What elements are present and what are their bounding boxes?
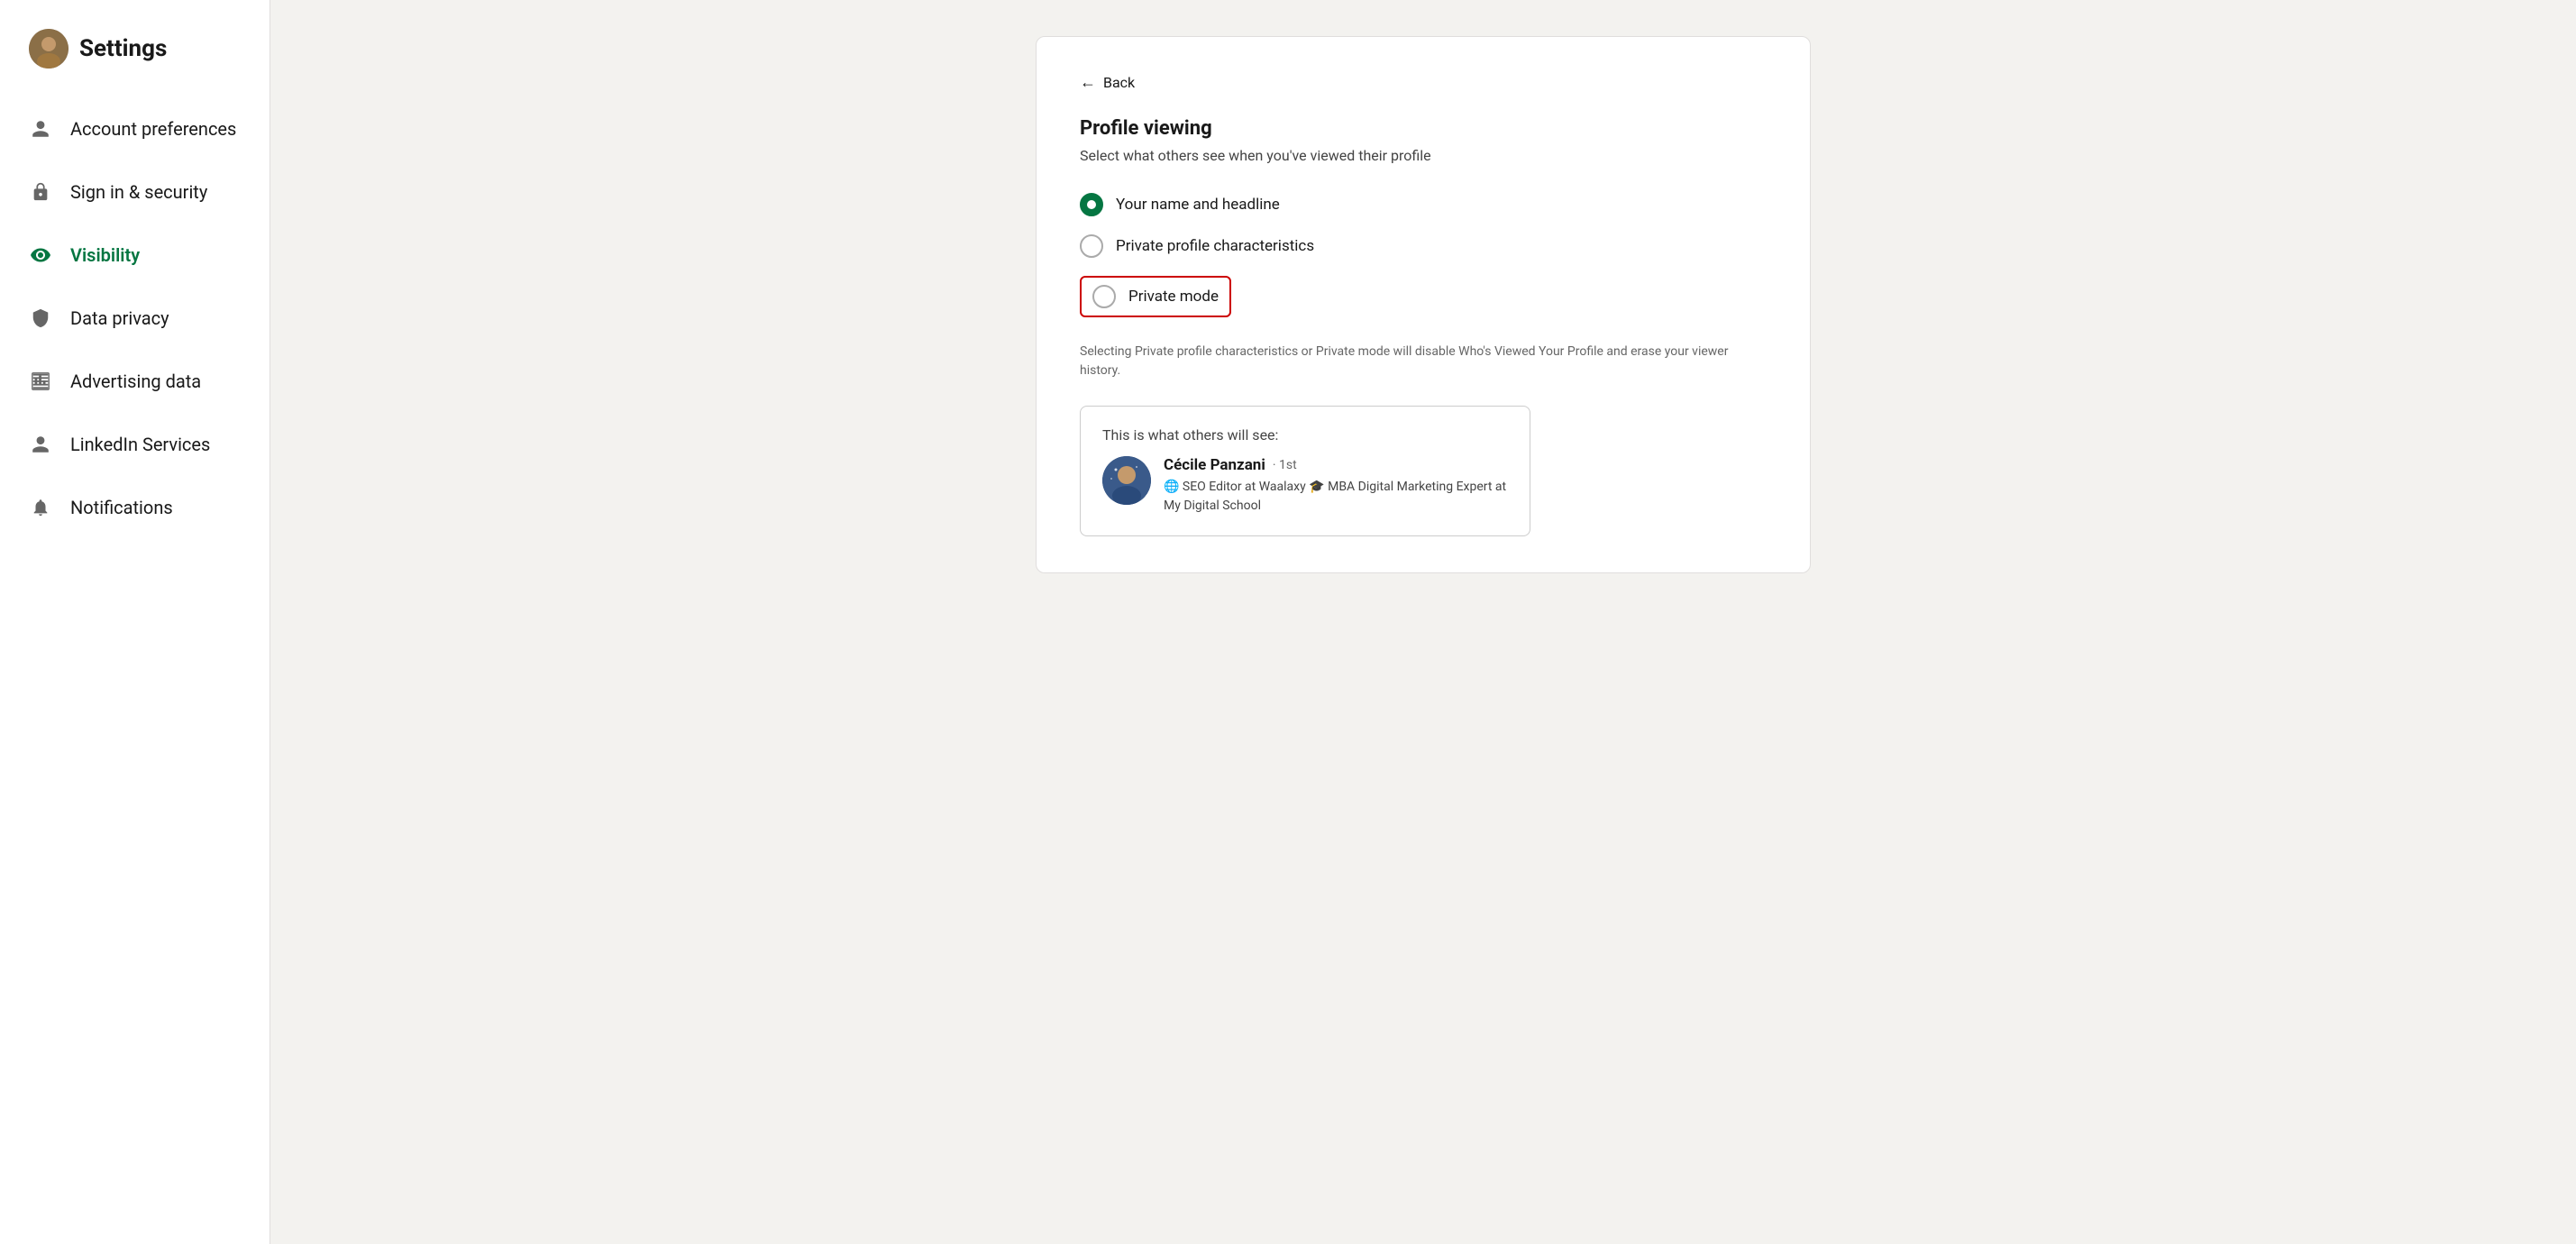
radio-option-private-characteristics[interactable]: Private profile characteristics	[1080, 234, 1767, 258]
profile-preview-avatar	[1102, 456, 1151, 505]
sidebar-item-visibility[interactable]: Visibility	[0, 224, 269, 287]
section-subtitle: Select what others see when you've viewe…	[1080, 147, 1767, 164]
sidebar-item-label-notifications: Notifications	[70, 497, 173, 518]
back-label: Back	[1103, 74, 1135, 91]
radio-label-private-mode: Private mode	[1128, 288, 1219, 306]
preview-box: This is what others will see:	[1080, 406, 1530, 536]
main-content: ← Back Profile viewing Select what other…	[270, 0, 2576, 1244]
back-arrow-icon: ←	[1080, 73, 1096, 92]
sidebar-item-label-linkedin-services: LinkedIn Services	[70, 434, 210, 455]
sidebar: Settings Account preferences Sign in & s…	[0, 0, 270, 1244]
sidebar-item-label-visibility: Visibility	[70, 244, 140, 266]
content-card: ← Back Profile viewing Select what other…	[1036, 36, 1811, 573]
sidebar-item-label-advertising-data: Advertising data	[70, 370, 201, 392]
sidebar-item-advertising-data[interactable]: Advertising data	[0, 350, 269, 413]
back-link[interactable]: ← Back	[1080, 73, 1767, 92]
radio-label-name-headline: Your name and headline	[1116, 196, 1280, 214]
sidebar-item-account-preferences[interactable]: Account preferences	[0, 97, 269, 160]
preview-label: This is what others will see:	[1102, 426, 1508, 444]
disclaimer-text: Selecting Private profile characteristic…	[1080, 343, 1729, 380]
sidebar-item-data-privacy[interactable]: Data privacy	[0, 287, 269, 350]
radio-circle-private-characteristics	[1080, 234, 1103, 258]
chart-icon	[29, 370, 52, 393]
sidebar-item-notifications[interactable]: Notifications	[0, 476, 269, 539]
radio-option-name-headline[interactable]: Your name and headline	[1080, 193, 1767, 216]
profile-name-row: Cécile Panzani · 1st	[1164, 456, 1508, 474]
radio-circle-private-mode	[1092, 285, 1116, 308]
radio-label-private-characteristics: Private profile characteristics	[1116, 237, 1314, 255]
section-title: Profile viewing	[1080, 117, 1767, 140]
profile-degree: · 1st	[1273, 458, 1297, 472]
profile-info: Cécile Panzani · 1st 🌐 SEO Editor at Waa…	[1164, 456, 1508, 516]
bell-icon	[29, 496, 52, 519]
sidebar-item-linkedin-services[interactable]: LinkedIn Services	[0, 413, 269, 476]
radio-option-private-mode[interactable]: Private mode	[1080, 276, 1231, 317]
person-icon	[29, 117, 52, 141]
sidebar-item-sign-in-security[interactable]: Sign in & security	[0, 160, 269, 224]
sidebar-item-label-sign-in-security: Sign in & security	[70, 181, 207, 203]
user-avatar	[29, 29, 69, 69]
lock-icon	[29, 180, 52, 204]
app-title: Settings	[79, 35, 167, 62]
sidebar-header: Settings	[0, 29, 269, 97]
profile-preview: Cécile Panzani · 1st 🌐 SEO Editor at Waa…	[1102, 456, 1508, 516]
shield-icon	[29, 306, 52, 330]
profile-headline: 🌐 SEO Editor at Waalaxy 🎓 MBA Digital Ma…	[1164, 478, 1508, 516]
services-icon	[29, 433, 52, 456]
eye-icon	[29, 243, 52, 267]
sidebar-item-label-data-privacy: Data privacy	[70, 307, 169, 329]
radio-circle-name-headline	[1080, 193, 1103, 216]
profile-name: Cécile Panzani	[1164, 456, 1265, 474]
sidebar-item-label-account-preferences: Account preferences	[70, 118, 236, 140]
radio-group-profile-viewing: Your name and headline Private profile c…	[1080, 193, 1767, 317]
